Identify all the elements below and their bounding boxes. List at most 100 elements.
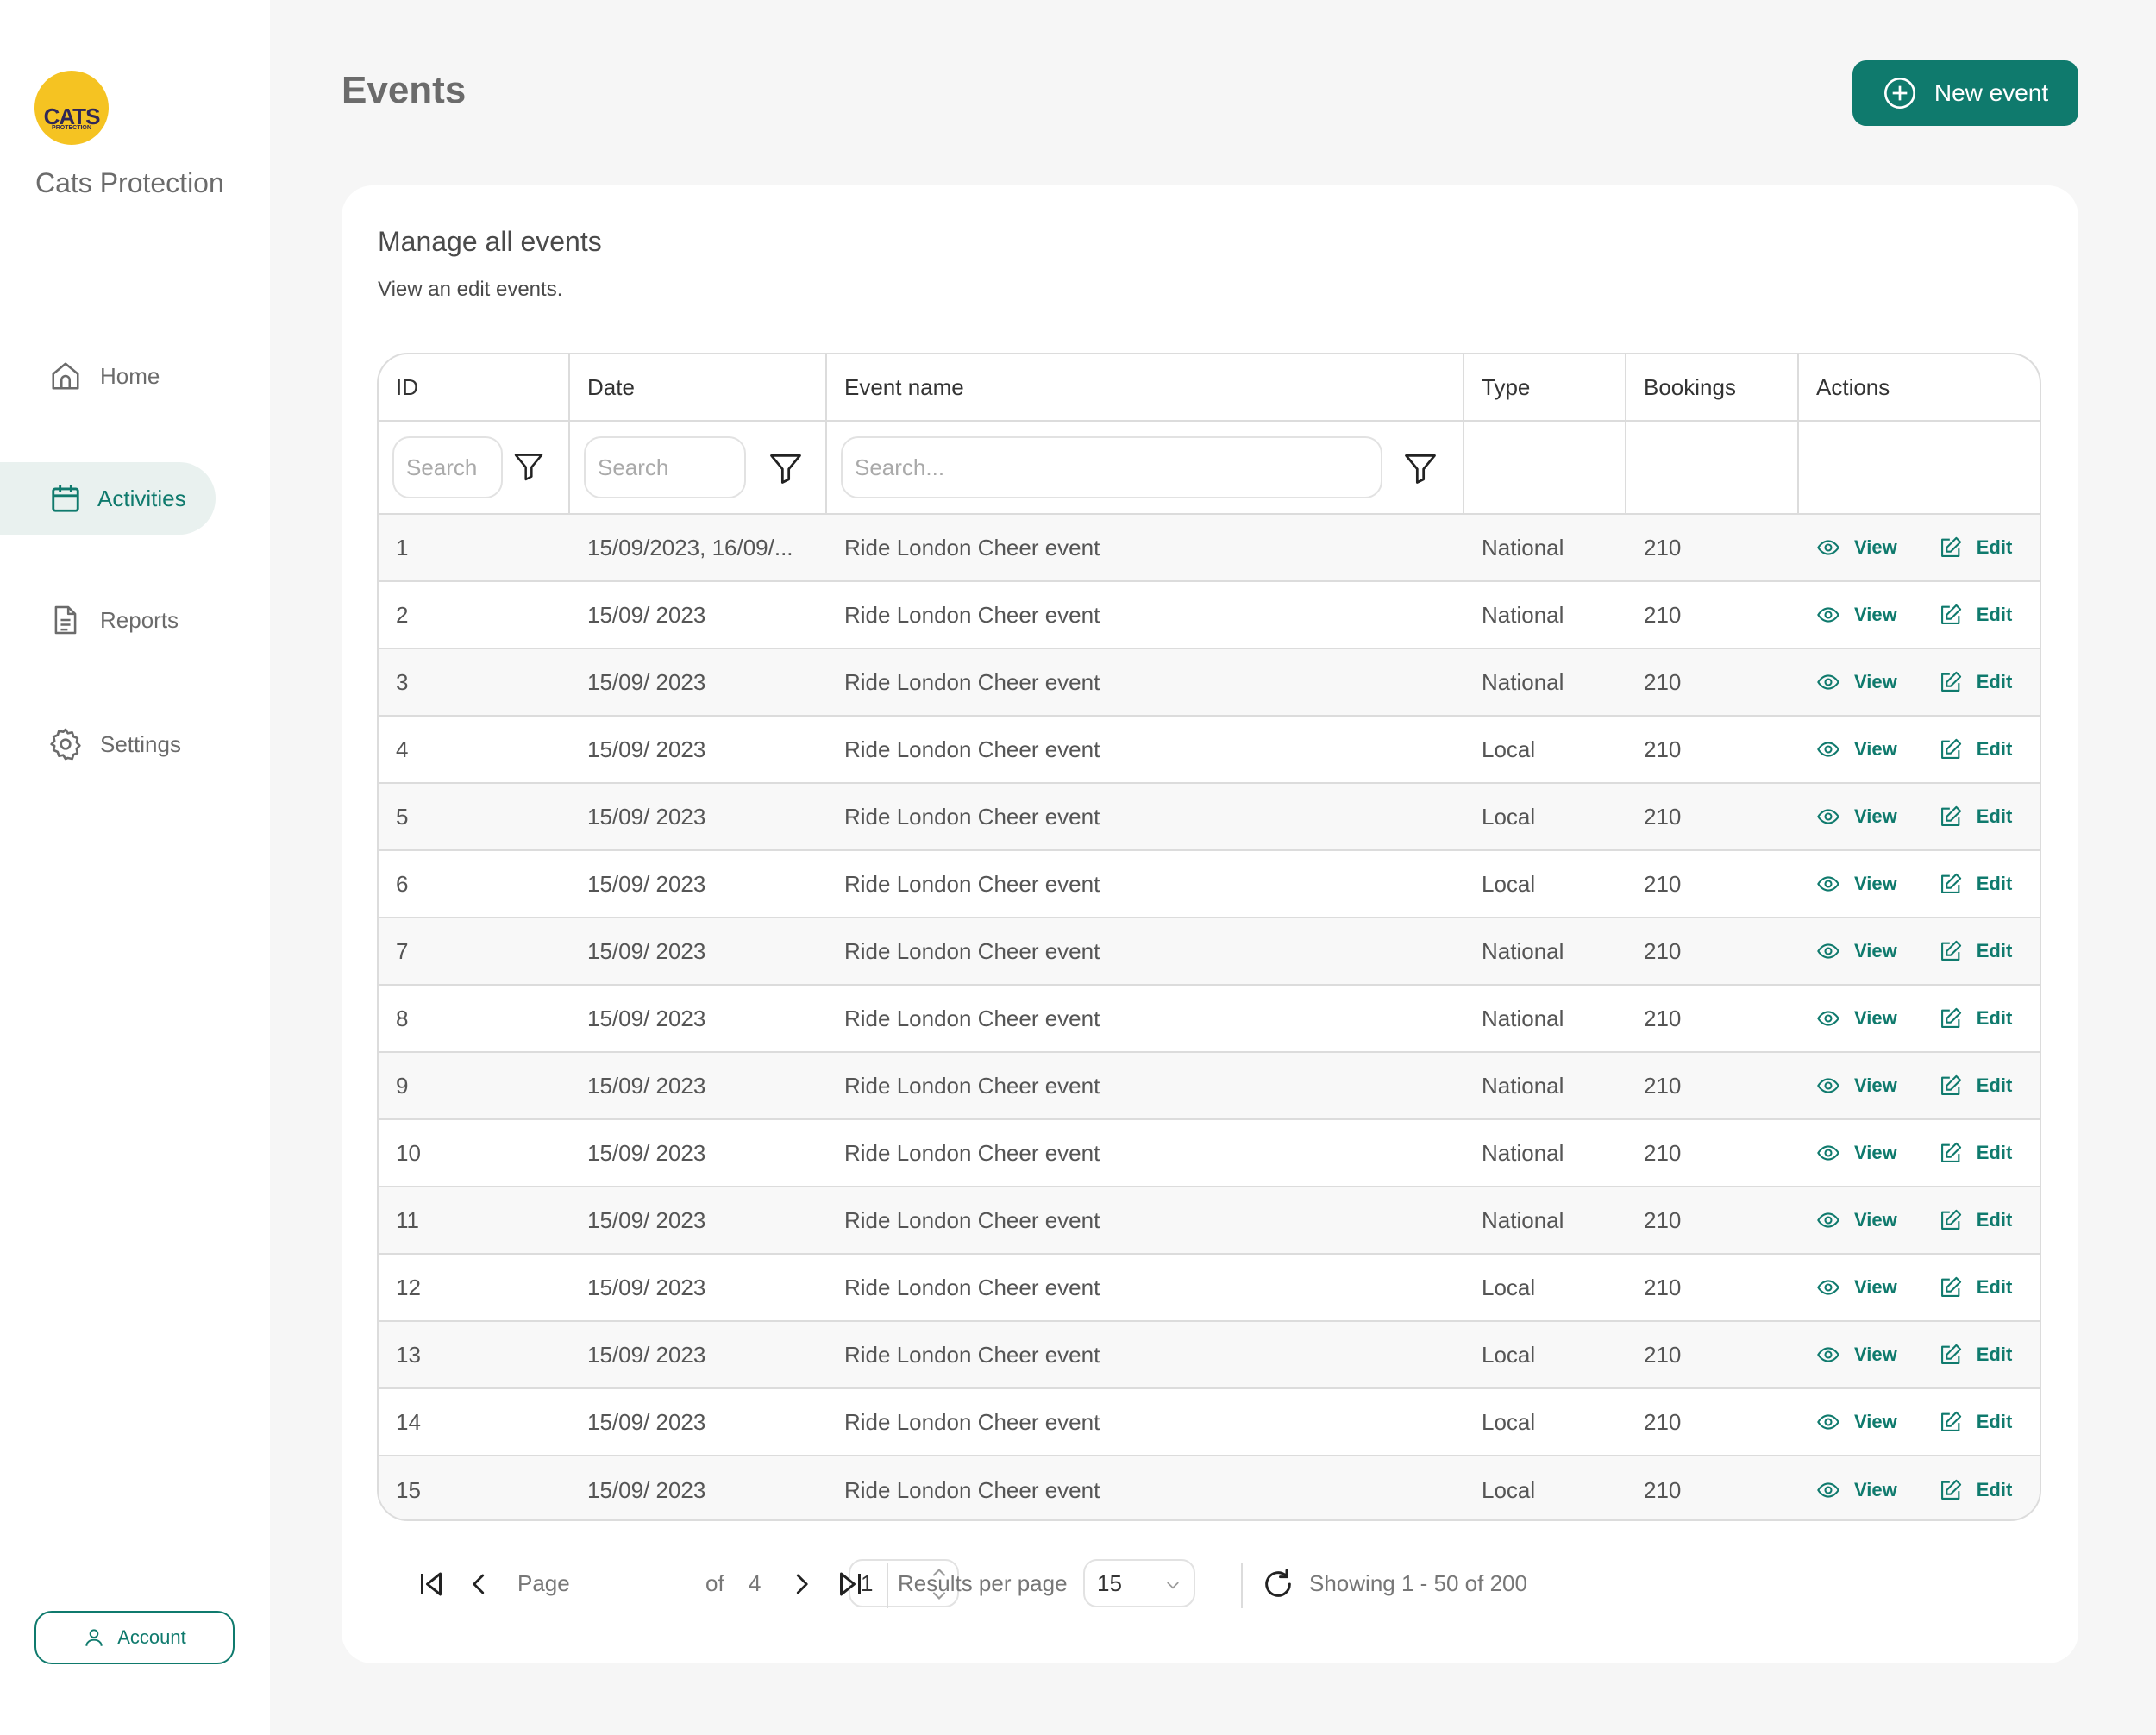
id-search-input[interactable]: Search [392,436,503,498]
event-name-search-input[interactable]: Search... [841,436,1382,498]
edit-link[interactable]: Edit [1939,1410,2013,1434]
total-pages: 4 [749,1569,761,1596]
cell-event-name: Ride London Cheer event [844,1408,1100,1435]
edit-label: Edit [1976,1411,2013,1432]
view-label: View [1854,940,1897,961]
table-row[interactable]: 7 15/09/ 2023 Ride London Cheer event Natio… [379,918,2040,986]
cell-actions: View Edit [1799,515,2040,580]
table-row[interactable]: 8 15/09/ 2023 Ride London Cheer event Natio… [379,986,2040,1053]
table-row[interactable]: 15 15/09/ 2023 Ride London Cheer event Loca… [379,1456,2040,1519]
view-link[interactable]: View [1816,737,1897,761]
account-button[interactable]: Account [34,1611,235,1664]
new-event-button[interactable]: New event [1852,60,2078,126]
table-row[interactable]: 10 15/09/ 2023 Ride London Cheer event Nati… [379,1120,2040,1187]
sidebar-item-reports[interactable]: Reports [0,584,216,656]
filter-icon[interactable] [767,449,805,487]
edit-icon [1940,1344,1961,1364]
view-link[interactable]: View [1816,1343,1897,1367]
cell-actions: View Edit [1799,918,2040,984]
column-header-type[interactable]: Type [1464,354,1626,420]
edit-link[interactable]: Edit [1939,1478,2012,1502]
table-row[interactable]: 9 15/09/ 2023 Ride London Cheer event Natio… [379,1053,2040,1120]
cell-bookings: 210 [1644,803,1682,830]
table-row[interactable]: 12 15/09/ 2023 Ride London Cheer event Loca… [379,1255,2040,1322]
page-title: Events [342,69,467,111]
cell-id: 5 [396,803,409,830]
table-row[interactable]: 2 15/09/ 2023 Ride London Cheer event Natio… [379,582,2040,649]
view-link[interactable]: View [1816,603,1897,627]
view-link[interactable]: View [1816,939,1897,963]
edit-link[interactable]: Edit [1939,1343,2012,1367]
view-link[interactable]: View [1816,1208,1897,1232]
view-link[interactable]: View [1816,536,1897,560]
table-row[interactable]: 1 15/09/2023, 16/09/... Ride London Cheer … [379,515,2040,582]
column-header-event-name[interactable]: Event name [827,354,1464,420]
first-page-icon[interactable] [416,1569,447,1600]
table-row[interactable]: 11 15/09/ 2023 Ride London Cheer event Nati… [379,1187,2040,1255]
view-link[interactable]: View [1816,1410,1897,1434]
chevron-down-icon [1167,1582,1179,1589]
cell-date: 15/09/ 2023 [587,1476,706,1503]
cell-date: 15/09/ 2023 [587,1005,706,1031]
column-header-bookings[interactable]: Bookings [1626,354,1799,420]
edit-link[interactable]: Edit [1939,737,2012,761]
edit-link[interactable]: Edit [1939,670,2012,694]
cell-type: National [1482,601,1564,628]
view-link[interactable]: View [1816,1478,1897,1502]
sidebar-item-activities[interactable]: Activities [0,462,216,535]
cell-event-name: Ride London Cheer event [844,870,1100,897]
sidebar-item-home[interactable]: Home [0,340,216,412]
cell-actions: View Edit [1799,582,2040,648]
edit-icon [1940,1276,1961,1297]
view-link[interactable]: View [1816,1074,1897,1098]
edit-link[interactable]: Edit [1939,1074,2012,1098]
previous-page-icon[interactable] [467,1570,492,1598]
edit-link[interactable]: Edit [1939,603,2012,627]
table-row[interactable]: 3 15/09/ 2023 Ride London Cheer event Natio… [379,649,2040,717]
column-header-id[interactable]: ID [379,354,570,420]
cell-date: 15/09/2023, 16/09/... [587,534,793,561]
next-page-icon[interactable] [788,1570,814,1598]
brand-logo[interactable]: CATS PROTECTION [34,71,109,145]
results-per-page-select[interactable]: 15 [1083,1559,1195,1607]
cell-type: Local [1482,736,1536,762]
edit-link[interactable]: Edit [1939,872,2012,896]
eye-icon [1817,742,1839,757]
edit-link[interactable]: Edit [1939,939,2012,963]
view-link[interactable]: View [1816,670,1897,694]
filter-cell-actions [1799,422,2040,513]
date-search-input[interactable]: Search [584,436,746,498]
view-link[interactable]: View [1816,805,1897,829]
column-header-date[interactable]: Date [570,354,827,420]
cell-bookings: 210 [1644,1476,1682,1503]
edit-icon [1940,1411,1961,1431]
table-row[interactable]: 14 15/09/ 2023 Ride London Cheer event Loca… [379,1389,2040,1456]
cell-date: 15/09/ 2023 [587,1139,706,1166]
table-row[interactable]: 5 15/09/ 2023 Ride London Cheer event Local… [379,784,2040,851]
filter-icon[interactable] [511,449,546,484]
last-page-icon[interactable] [835,1569,866,1600]
edit-link[interactable]: Edit [1939,1275,2012,1300]
edit-link[interactable]: Edit [1939,1141,2012,1165]
filter-icon[interactable] [1401,449,1439,487]
cell-date: 15/09/ 2023 [587,668,706,695]
view-label: View [1854,1209,1897,1231]
eye-icon [1817,674,1839,690]
view-link[interactable]: View [1816,872,1897,896]
sidebar-item-settings[interactable]: Settings [0,708,216,780]
edit-link[interactable]: Edit [1939,1208,2012,1232]
view-label: View [1854,1074,1897,1096]
table-row[interactable]: 4 15/09/ 2023 Ride London Cheer event Local… [379,717,2040,784]
view-link[interactable]: View [1816,1275,1897,1300]
table-row[interactable]: 13 15/09/ 2023 Ride London Cheer event Loca… [379,1322,2040,1389]
view-link[interactable]: View [1816,1006,1897,1030]
eye-icon [1817,1011,1839,1026]
edit-link[interactable]: Edit [1939,805,2012,829]
cell-bookings: 210 [1644,1274,1682,1300]
refresh-icon[interactable] [1261,1567,1295,1601]
cell-actions: View Edit [1799,1322,2040,1387]
edit-link[interactable]: Edit [1939,1006,2012,1030]
edit-link[interactable]: Edit [1939,536,2012,560]
view-link[interactable]: View [1816,1141,1897,1165]
table-row[interactable]: 6 15/09/ 2023 Ride London Cheer event Local… [379,851,2040,918]
